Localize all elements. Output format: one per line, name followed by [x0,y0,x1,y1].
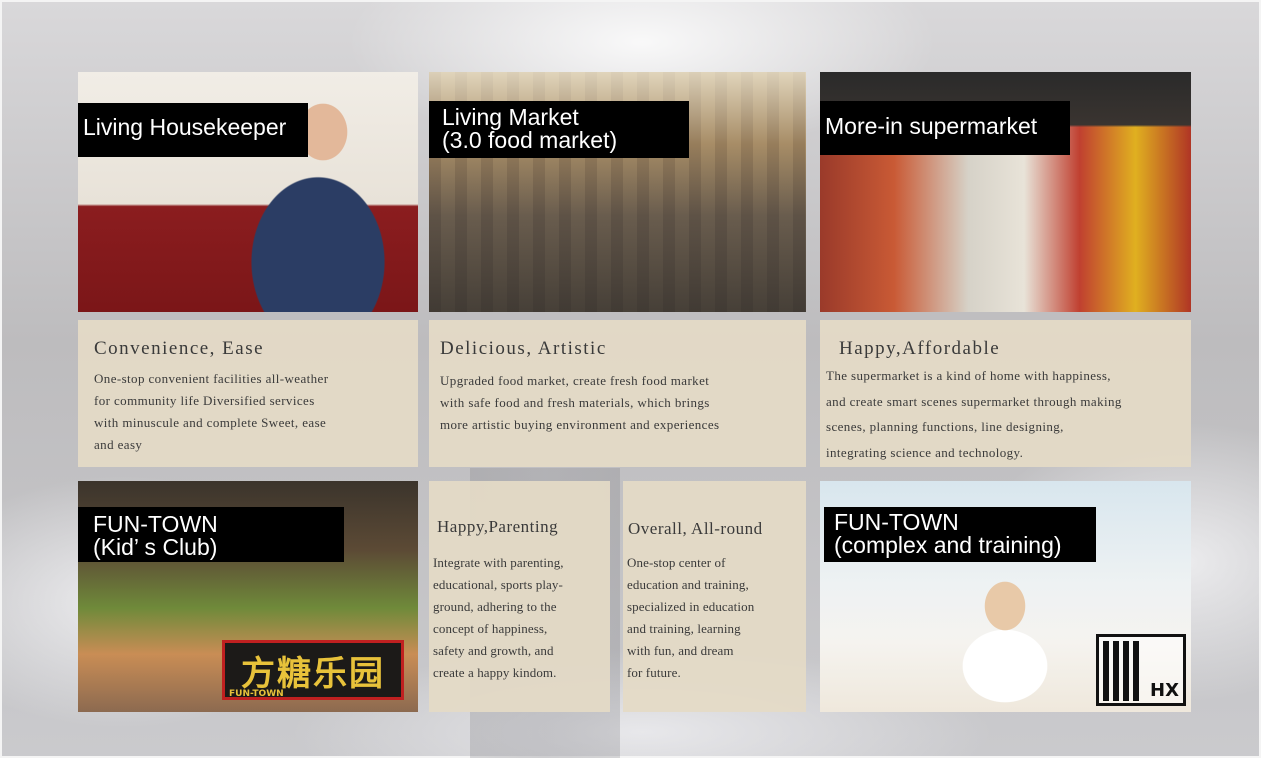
training-brand-logo: HX [1096,634,1186,706]
supermarket-description: The supermarket is a kind of home with h… [826,368,1122,460]
fun-town-logo: 方糖乐园 FUN-TOWN [222,640,404,700]
kids-club-label: FUN-TOWN (Kid’ s Club) [78,507,344,562]
housekeeper-heading: Convenience, Ease [94,338,265,359]
supermarket-label: More-in supermarket [820,101,1070,155]
housekeeper-card: Convenience, Ease One-stop convenient fa… [78,320,418,467]
market-card: Delicious, Artistic Upgraded food market… [429,320,806,467]
market-description: Upgraded food market, create fresh food … [440,373,720,432]
market-label: Living Market (3.0 food market) [429,101,689,158]
fun-town-logo-text: 方糖乐园 [241,653,385,694]
parenting-description: Integrate with parenting, educational, s… [433,555,564,680]
parenting-card: Happy,Parenting Integrate with parenting… [429,481,610,712]
housekeeper-label: Living Housekeeper [78,103,308,157]
supermarket-heading: Happy,Affordable [839,338,1001,359]
parenting-heading: Happy,Parenting [437,517,559,536]
allround-card: Overall, All-round One-stop center of ed… [623,481,806,712]
allround-description: One-stop center of education and trainin… [627,555,755,680]
allround-heading: Overall, All-round [628,519,763,538]
training-logo-text: HX [1150,680,1179,701]
training-label: FUN-TOWN (complex and training) [824,507,1096,562]
supermarket-card: Happy,Affordable The supermarket is a ki… [820,320,1191,467]
market-heading: Delicious, Artistic [440,338,607,359]
housekeeper-description: One-stop convenient facilities all-weath… [94,371,329,452]
logo-bars-graphic [1103,641,1143,701]
fun-town-logo-subtext: FUN-TOWN [229,689,284,699]
